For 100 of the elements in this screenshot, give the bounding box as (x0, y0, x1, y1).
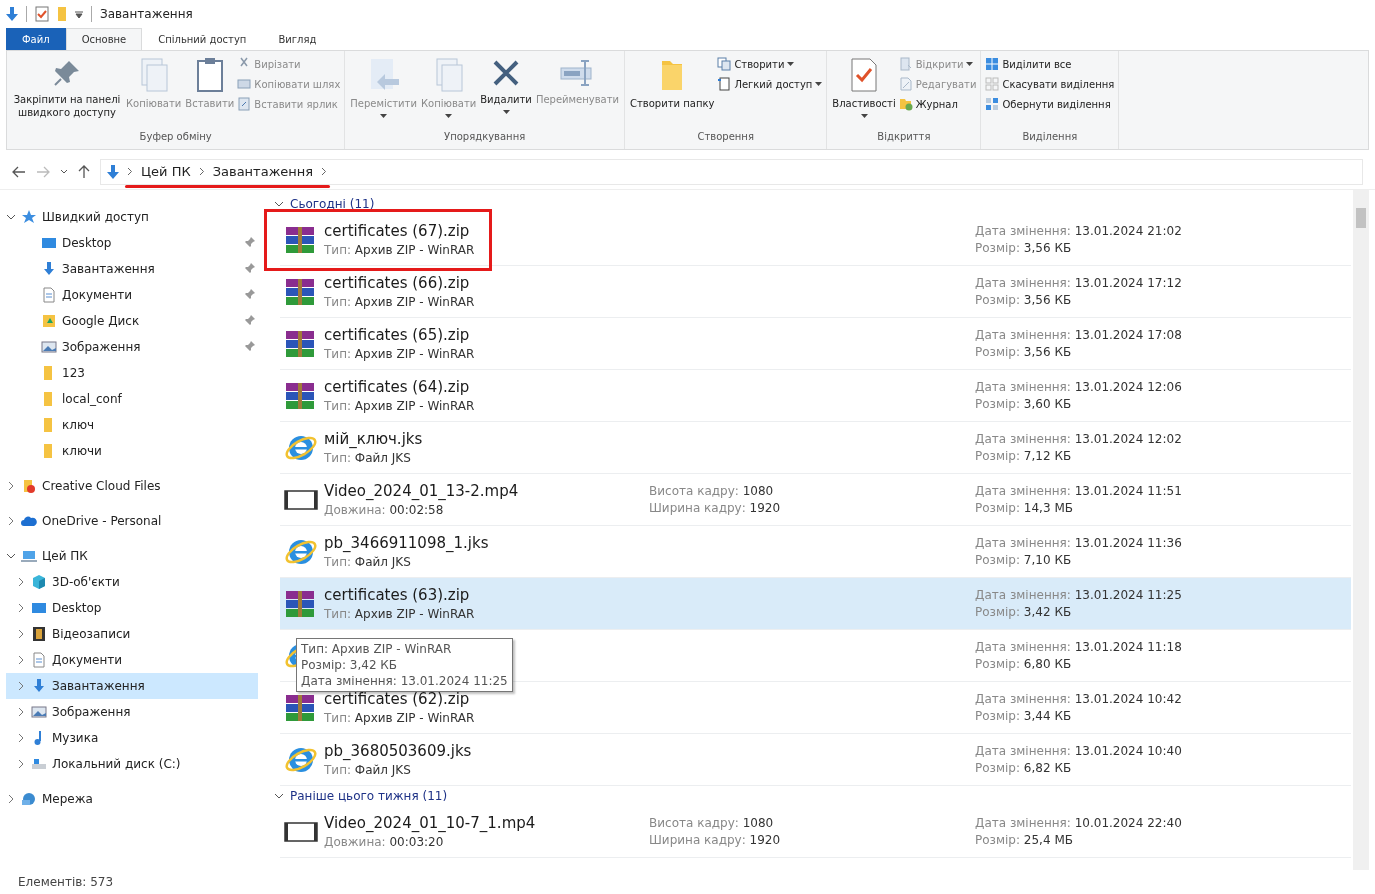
file-info: Розмір: 3,42 КБ (975, 605, 1073, 619)
group-header[interactable]: Раніше цього тижня (11) (290, 789, 448, 803)
ribbon-button[interactable]: Легкий доступ (717, 77, 823, 91)
breadcrumb[interactable]: Завантаження (212, 164, 314, 179)
folder-icon (41, 313, 57, 329)
sidebar-item[interactable]: Швидкий доступ (6, 204, 258, 230)
expand-chevron-icon[interactable] (16, 707, 26, 717)
dropdown-caret-icon (860, 114, 868, 118)
sidebar-item[interactable]: Зображення (6, 334, 258, 360)
collapse-chevron-icon[interactable] (274, 793, 284, 799)
ribbon-tab[interactable]: Спільний доступ (142, 28, 263, 50)
scrollbar-thumb[interactable] (1356, 208, 1366, 228)
expand-chevron-icon[interactable] (16, 759, 26, 769)
file-info: Дата змінення: 13.01.2024 10:42 (975, 692, 1183, 706)
file-info: Тип: Архив ZIP - WinRAR (324, 399, 476, 413)
chevron-icon (198, 167, 205, 176)
ribbon-tab[interactable]: Основне (65, 28, 143, 50)
expand-chevron-icon[interactable] (16, 681, 26, 691)
up-arrow-icon[interactable] (78, 164, 90, 179)
ribbon-tab[interactable]: Вигляд (262, 28, 333, 50)
pictures-icon (31, 704, 47, 720)
sidebar-item[interactable]: Документи (6, 282, 258, 308)
ribbon-tab[interactable]: Файл (6, 28, 66, 50)
sidebar-item[interactable]: 123 (6, 360, 258, 386)
expand-chevron-icon[interactable] (16, 629, 26, 639)
sidebar-item[interactable]: OneDrive - Personal (6, 508, 258, 534)
file-row[interactable]: certificates (64).zip Тип: Архив ZIP - WinRAR Дата змінення: 13.01.2024 12:06 Розмір: 3,60 КБ (280, 370, 1351, 422)
file-row[interactable]: certificates (67).zip Тип: Архив ZIP - WinRAR Дата змінення: 13.01.2024 21:02 Розмір: 3,56 КБ (280, 214, 1351, 266)
expand-chevron-icon[interactable] (6, 481, 16, 491)
sidebar-item[interactable]: 3D-об'єкти (6, 569, 258, 595)
sidebar-item[interactable]: Зображення (6, 699, 258, 725)
ribbon-button[interactable]: Виділити все (985, 57, 1115, 71)
disk-icon (31, 756, 47, 772)
file-info: Дата змінення: 10.01.2024 22:40 (975, 816, 1183, 830)
address-bar[interactable]: Цей ПК Завантаження (100, 158, 1363, 185)
video-file-icon (284, 488, 318, 511)
sidebar-item[interactable]: Creative Cloud Files (6, 473, 258, 499)
expand-chevron-icon[interactable] (6, 794, 16, 804)
file-info: Дата змінення: 13.01.2024 11:51 (975, 484, 1183, 498)
sidebar-item[interactable]: Desktop (6, 595, 258, 621)
file-row[interactable]: pb_3680503609.jks Тип: Файл JKS Дата змінення: 13.01.2024 10:40 Розмір: 6,82 КБ (280, 734, 1351, 786)
download-icon[interactable] (6, 7, 18, 21)
file-info: Тип: Файл JKS (324, 763, 412, 777)
sidebar-item[interactable]: Відеозаписи (6, 621, 258, 647)
sidebar-item[interactable]: Локальний диск (C:) (6, 751, 258, 777)
ribbon-button[interactable]: Властивості (831, 55, 897, 131)
sidebar-item[interactable]: ключи (6, 438, 258, 464)
file-name: pb_3680503609.jks (324, 742, 473, 760)
customize-caret-icon[interactable] (75, 10, 83, 18)
file-name: certificates (62).zip (324, 690, 471, 708)
expand-chevron-icon[interactable] (16, 577, 26, 587)
file-row[interactable]: certificates (66).zip Тип: Архив ZIP - WinRAR Дата змінення: 13.01.2024 17:12 Розмір: 3,56 КБ (280, 266, 1351, 318)
ribbon-button[interactable]: Створити папку (629, 55, 716, 131)
group-header[interactable]: Сьогодні (11) (290, 197, 375, 211)
dropdown-caret-icon (815, 82, 823, 86)
window-title: Завантаження (100, 7, 193, 21)
collapse-chevron-icon[interactable] (6, 553, 16, 559)
sidebar-item[interactable]: Завантаження (6, 673, 258, 699)
back-arrow-icon[interactable] (12, 165, 26, 178)
file-row[interactable]: certificates (63).zip Тип: Архив ZIP - WinRAR Дата змінення: 13.01.2024 11:25 Розмір: 3,42 КБ (280, 578, 1351, 630)
sidebar-item[interactable]: Цей ПК (6, 543, 258, 569)
properties-icon[interactable] (35, 6, 49, 22)
expand-chevron-icon[interactable] (16, 733, 26, 743)
file-name: certificates (65).zip (324, 326, 471, 344)
ribbon-button[interactable]: Видалити (479, 55, 533, 131)
scrollbar[interactable] (1353, 190, 1369, 870)
file-info: Дата змінення: 13.01.2024 21:02 (975, 224, 1183, 238)
file-row[interactable]: certificates (65).zip Тип: Архив ZIP - WinRAR Дата змінення: 13.01.2024 17:08 Розмір: 3,56 КБ (280, 318, 1351, 370)
chevron-icon[interactable] (321, 167, 328, 176)
ribbon-button[interactable]: Журнал (898, 97, 977, 111)
recent-caret-icon[interactable] (60, 168, 68, 175)
sidebar-item[interactable]: Google Диск (6, 308, 258, 334)
collapse-chevron-icon[interactable] (6, 214, 16, 220)
ribbon-button[interactable]: Обернути виділення (985, 97, 1115, 111)
expand-chevron-icon[interactable] (16, 603, 26, 613)
item-count: Елементів: 573 (18, 875, 114, 889)
file-info: Розмір: 3,60 КБ (975, 397, 1073, 411)
ribbon-group-label: Виділення (1021, 131, 1079, 144)
sidebar-item[interactable]: Desktop (6, 230, 258, 256)
breadcrumb[interactable]: Цей ПК (141, 164, 191, 179)
sidebar-item[interactable]: Музика (6, 725, 258, 751)
sidebar-item[interactable]: ключ (6, 412, 258, 438)
sidebar-item[interactable]: Завантаження (6, 256, 258, 282)
dropdown-caret-icon (787, 62, 795, 66)
sidebar-item[interactable]: Документи (6, 647, 258, 673)
collapse-chevron-icon[interactable] (274, 201, 284, 207)
document-icon (41, 287, 57, 303)
expand-chevron-icon[interactable] (16, 655, 26, 665)
sidebar-item[interactable]: Мережа (6, 786, 258, 812)
expand-chevron-icon[interactable] (6, 516, 16, 526)
file-row[interactable]: мій_ключ.jks Тип: Файл JKS Дата змінення: 13.01.2024 12:02 Розмір: 7,12 КБ (280, 422, 1351, 474)
ribbon-button[interactable]: Скасувати виділення (985, 77, 1115, 91)
file-row[interactable]: Video_2024_01_10-7_1.mp4 Довжина: 00:03:20 Висота кадру: 1080 Ширина кадру: 1920 Дата змінення: 10.01.2024 22:40 Розмір: 25,4 МБ (280, 806, 1351, 858)
path-icon (237, 77, 252, 91)
pin-icon (244, 288, 256, 300)
sidebar-item[interactable]: local_conf (6, 386, 258, 412)
ribbon-button[interactable]: Закріпити на панелі швидкого доступу (11, 55, 123, 131)
file-row[interactable]: Video_2024_01_13-2.mp4 Довжина: 00:02:58 Висота кадру: 1080 Ширина кадру: 1920 Дата змінення: 13.01.2024 11:51 Розмір: 14,3 МБ (280, 474, 1351, 526)
ribbon-group-label: Буфер обміну (138, 131, 213, 144)
ribbon-button[interactable]: Створити (717, 57, 823, 71)
